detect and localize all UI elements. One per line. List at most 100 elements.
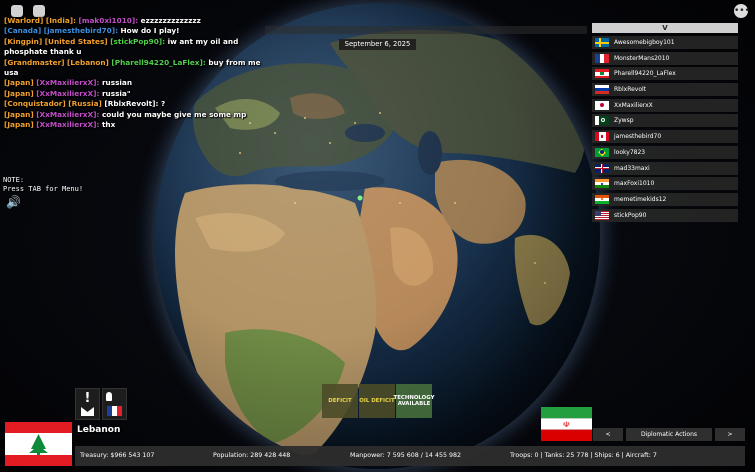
player-name: mad33maxi bbox=[614, 164, 650, 172]
chat-segment: [XxMaxilierxX]: bbox=[33, 78, 100, 88]
iran-flag: ☫ bbox=[541, 407, 592, 441]
chat-segment: could you maybe give me some mp bbox=[99, 109, 247, 119]
notifications-button[interactable]: ! bbox=[75, 388, 100, 420]
niger-flag-icon bbox=[595, 194, 609, 204]
uk-flag-icon bbox=[595, 163, 609, 173]
chat-segment: [Japan] bbox=[4, 120, 34, 130]
france-flag-icon bbox=[595, 53, 609, 63]
player-name: MonsterMans2010 bbox=[614, 54, 670, 62]
chat-segment: [Japan] bbox=[4, 78, 34, 88]
france-flag-icon bbox=[107, 406, 122, 416]
chat-message: [Japan] [XxMaxilierxX]: could you maybe … bbox=[4, 110, 266, 120]
chat-segment: [Japan] bbox=[4, 88, 34, 98]
player-list: V Awesomebigboy101 MonsterMans2010 Pharell… bbox=[592, 23, 738, 224]
exclamation-icon: ! bbox=[84, 391, 91, 406]
game-date: September 6, 2025 bbox=[339, 39, 416, 50]
diplomatic-actions-button[interactable]: Diplomatic Actions bbox=[626, 428, 712, 441]
player-name: jamesthebird70 bbox=[614, 133, 662, 141]
lebanon-flag bbox=[5, 422, 72, 466]
player-row[interactable]: looky7823 bbox=[592, 145, 738, 159]
chat-segment: [RblxRevolt]: bbox=[101, 99, 159, 109]
chat-message: [Conquistador] [Russia] [RblxRevolt]: ? bbox=[4, 99, 266, 109]
chat-log: [Warlord] [India]: [mak0xi1010]: ezzzzzz… bbox=[4, 16, 266, 130]
note-text: Press TAB for Menu! bbox=[3, 185, 84, 193]
russia-flag-icon bbox=[595, 85, 609, 95]
deficit-indicator[interactable]: OIL DEFICIT bbox=[359, 384, 395, 418]
player-row[interactable]: memetimekids12 bbox=[592, 192, 738, 206]
chat-message: [Japan] [XxMaxilierxX]: thx bbox=[4, 120, 266, 130]
player-row[interactable]: jamesthebird70 bbox=[592, 130, 738, 144]
svg-text:☫: ☫ bbox=[563, 420, 570, 429]
player-row[interactable]: mad33maxi bbox=[592, 161, 738, 175]
player-name: memetimekids12 bbox=[614, 195, 667, 203]
my-country-name: Lebanon bbox=[77, 425, 121, 435]
player-name: RblxRevolt bbox=[614, 86, 647, 94]
manpower-stat: Manpower: 7 595 608 / 14 455 982 bbox=[350, 452, 461, 459]
player-row[interactable]: XxMaxilierxX bbox=[592, 98, 738, 112]
sweden-flag-icon bbox=[595, 38, 609, 47]
envelope-icon bbox=[81, 407, 94, 416]
more-options-icon[interactable]: ••• bbox=[734, 4, 750, 18]
player-name: looky7823 bbox=[614, 148, 646, 156]
status-indicators: DEFICIT OIL DEFICIT TECHNOLOGY AVAILABLE bbox=[322, 384, 434, 418]
chat-segment: [XxMaxilierxX]: bbox=[33, 109, 100, 119]
brazil-flag-icon bbox=[595, 147, 609, 157]
chat-segment: [jamesthebird70]: bbox=[41, 26, 118, 36]
chat-segment: ? bbox=[158, 99, 166, 109]
player-name: stickPop90 bbox=[614, 211, 647, 219]
population-stat: Population: 289 428 448 bbox=[213, 452, 291, 459]
chat-segment: thx bbox=[99, 120, 116, 130]
technology-available-indicator[interactable]: TECHNOLOGY AVAILABLE bbox=[394, 384, 434, 418]
military-stat: Troops: 0 | Tanks: 25 778 | Ships: 6 | A… bbox=[510, 452, 657, 459]
player-name: Pharell94220_LaFlex bbox=[614, 70, 676, 78]
chat-segment: [mak0xi1010]: bbox=[76, 16, 139, 25]
treasury-stat: Treasury: $966 543 107 bbox=[80, 452, 155, 459]
chat-segment: [Warlord] [India]: bbox=[4, 16, 77, 25]
india-flag-icon bbox=[595, 179, 609, 189]
chat-segment: [Japan] bbox=[4, 109, 34, 119]
usa-flag-icon bbox=[595, 210, 609, 220]
game-viewport[interactable]: ••• September 6, 2025 [Warlord] [India]:… bbox=[0, 0, 755, 472]
chat-segment: [Canada] bbox=[4, 26, 42, 36]
japan-flag-icon bbox=[595, 100, 609, 110]
player-name: maxFoxi1010 bbox=[614, 180, 655, 188]
pakistan-flag-icon bbox=[595, 116, 609, 126]
chat-segment: [XxMaxilierxX]: bbox=[33, 88, 100, 98]
deficit-indicator[interactable]: DEFICIT bbox=[322, 384, 358, 418]
country-stats-bar: Treasury: $966 543 107 Population: 289 4… bbox=[75, 446, 745, 466]
player-row[interactable]: Pharell94220_LaFlex bbox=[592, 67, 738, 81]
chat-segment: How do I play! bbox=[118, 26, 180, 36]
chat-segment: ezzzzzzzzzzzzz bbox=[138, 16, 201, 25]
chat-message: [Warlord] [India]: [mak0xi1010]: ezzzzzz… bbox=[4, 16, 266, 26]
player-row[interactable]: maxFoxi1010 bbox=[592, 177, 738, 191]
chat-message: [Canada] [jamesthebird70]: How do I play… bbox=[4, 26, 266, 36]
player-row[interactable]: MonsterMans2010 bbox=[592, 51, 738, 65]
player-name: Zywsp bbox=[614, 117, 634, 125]
player-row[interactable]: Awesomebigboy101 bbox=[592, 36, 738, 49]
chat-segment: [XxMaxilierxX]: bbox=[33, 120, 100, 130]
chat-message: [Japan] [XxMaxilierxX]: russia" bbox=[4, 89, 266, 99]
chat-segment: [stickPop90]: bbox=[107, 36, 166, 46]
chat-message: [Japan] [XxMaxilierxX]: russian bbox=[4, 78, 266, 88]
chat-segment: [Pharell94220_LaFlex]: bbox=[108, 57, 206, 67]
chat-message: [Kingpin] [United States] [stickPop90]: … bbox=[4, 37, 266, 58]
chat-segment: russian bbox=[99, 78, 133, 88]
chat-segment: [Kingpin] [United States] bbox=[4, 36, 108, 46]
diplomacy-prev-button[interactable]: < bbox=[593, 428, 623, 441]
menu-note: NOTE: Press TAB for Menu! bbox=[3, 176, 83, 194]
diplomacy-next-button[interactable]: > bbox=[715, 428, 745, 441]
chat-segment: [Grandmaster] [Lebanon] bbox=[4, 57, 109, 67]
chat-segment: [Conquistador] [Russia] bbox=[4, 99, 102, 109]
chat-message: [Grandmaster] [Lebanon] [Pharell94220_La… bbox=[4, 58, 266, 79]
person-icon bbox=[106, 392, 112, 401]
chat-segment: russia" bbox=[99, 88, 131, 98]
alert-buttons: ! bbox=[75, 388, 127, 420]
player-row[interactable]: Zywsp bbox=[592, 114, 738, 128]
speaker-icon[interactable]: 🔊 bbox=[6, 195, 21, 209]
note-title: NOTE: bbox=[3, 176, 25, 184]
player-row[interactable]: RblxRevolt bbox=[592, 83, 738, 97]
player-row[interactable]: stickPop90 bbox=[592, 208, 738, 222]
alliance-button[interactable] bbox=[102, 388, 127, 420]
player-list-collapse-button[interactable]: V bbox=[592, 23, 738, 33]
top-info-bar bbox=[265, 26, 587, 34]
